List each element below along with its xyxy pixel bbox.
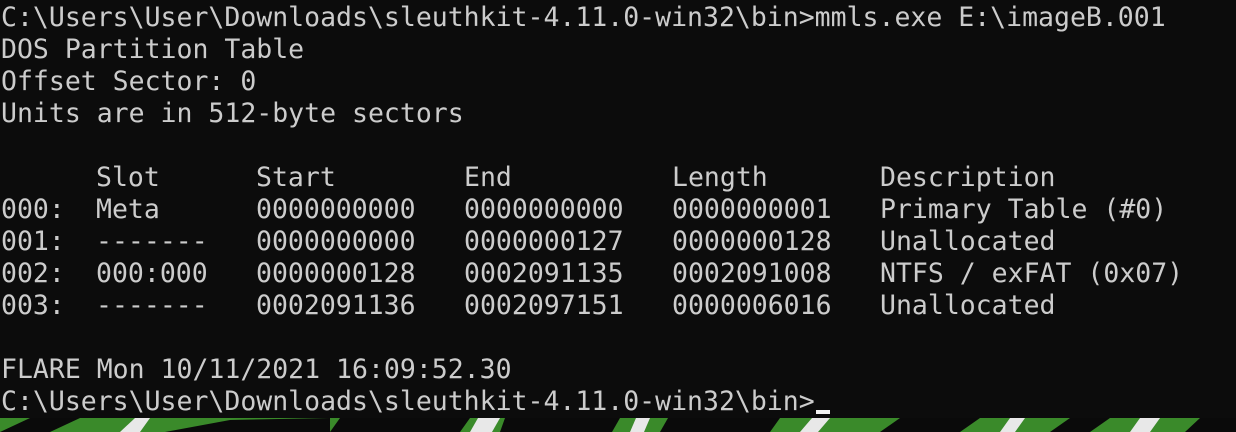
offset-sector-line: Offset Sector: 0 [1,66,257,97]
command-line: C:\Users\User\Downloads\sleuthkit-4.11.0… [1,2,1166,33]
units-line: Units are in 512-byte sectors [1,98,464,129]
row-slot: ------- [96,226,208,257]
timestamp-line: FLARE Mon 10/11/2021 16:09:52.30 [1,354,512,385]
table-header: Slot Start End Length Description [0,162,1236,194]
row-length: 0000000001 [672,194,832,225]
row-end: 0000000000 [464,194,624,225]
row-start: 0002091136 [256,290,416,321]
row-end: 0002097151 [464,290,624,321]
table-row: 003: ------- 0002091136 0002097151 00000… [0,290,1236,322]
desktop-wallpaper-strip [0,418,1236,432]
row-slot: Meta [96,194,160,225]
row-description: NTFS / exFAT (0x07) [880,258,1184,289]
column-header-description: Description [880,162,1056,193]
table-row: 002: 000:000 0000000128 0002091135 00020… [0,258,1236,290]
partition-table-type: DOS Partition Table [1,34,305,65]
table-row: 000: Meta 0000000000 0000000000 00000000… [0,194,1236,226]
column-header-slot: Slot [96,162,160,193]
row-index: 000: [1,194,65,225]
row-length: 0000000128 [672,226,832,257]
row-slot: ------- [96,290,208,321]
row-description: Primary Table (#0) [880,194,1168,225]
row-description: Unallocated [880,290,1056,321]
row-end: 0000000127 [464,226,624,257]
prompt-line[interactable]: C:\Users\User\Downloads\sleuthkit-4.11.0… [0,386,1236,418]
table-row: 001: ------- 0000000000 0000000127 00000… [0,226,1236,258]
text-cursor [815,410,830,414]
prompt-text: C:\Users\User\Downloads\sleuthkit-4.11.0… [1,386,815,417]
row-index: 003: [1,290,65,321]
row-start: 0000000000 [256,226,416,257]
column-header-end: End [464,162,512,193]
column-header-start: Start [256,162,336,193]
row-description: Unallocated [880,226,1056,257]
console-window[interactable]: C:\Users\User\Downloads\sleuthkit-4.11.0… [0,0,1236,420]
row-length: 0000006016 [672,290,832,321]
row-slot: 000:000 [96,258,208,289]
column-header-length: Length [672,162,768,193]
row-index: 002: [1,258,65,289]
row-length: 0002091008 [672,258,832,289]
row-start: 0000000000 [256,194,416,225]
row-index: 001: [1,226,65,257]
row-start: 0000000128 [256,258,416,289]
row-end: 0002091135 [464,258,624,289]
